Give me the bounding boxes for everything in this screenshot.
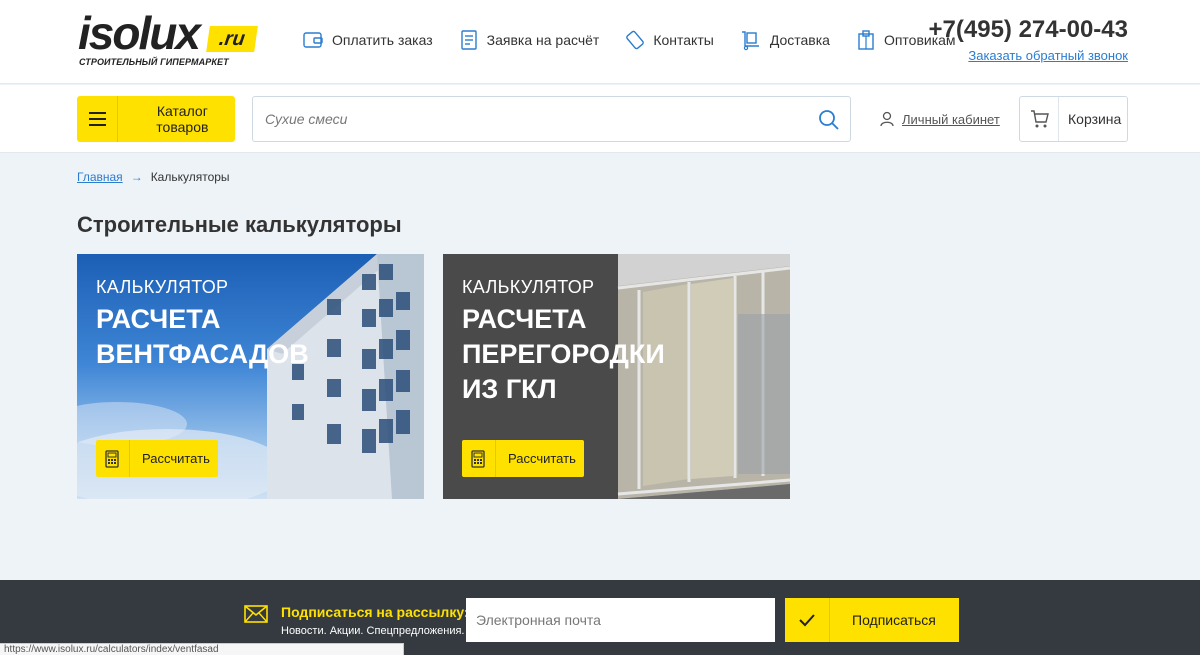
catalog-divider: [116, 96, 118, 142]
card-headline: РАСЧЕТА ВЕНТФАСАДОВ: [96, 304, 309, 369]
search-box: [252, 96, 851, 142]
breadcrumb-current: Калькуляторы: [150, 170, 230, 184]
cart-icon: [1031, 110, 1049, 128]
nav-contacts-label: Контакты: [653, 32, 714, 48]
catalog-label: Каталог товаров: [156, 103, 209, 135]
account-label: Личный кабинет: [902, 111, 1000, 127]
button-divider: [829, 598, 830, 642]
catalog-button[interactable]: Каталог товаров: [77, 96, 235, 142]
calculate-button[interactable]: Рассчитать: [96, 440, 218, 477]
cart-divider: [1058, 97, 1059, 141]
menu-icon: [89, 108, 106, 130]
nav-pay-order[interactable]: Оплатить заказ: [302, 28, 433, 52]
logo-tagline: СТРОИТЕЛЬНЫЙ ГИПЕРМАРКЕТ: [79, 57, 229, 67]
calculate-label: Рассчитать: [142, 451, 210, 466]
subscribe-title: Подписаться на рассылку:: [281, 604, 469, 620]
nav-delivery[interactable]: Доставка: [740, 28, 830, 52]
search-row: Каталог товаров Личный кабинет Корзина: [0, 85, 1200, 153]
account-link[interactable]: Личный кабинет: [880, 111, 1000, 127]
phone-number[interactable]: +7(495) 274-00-43: [929, 16, 1128, 44]
check-icon: [799, 614, 815, 627]
cart-button[interactable]: Корзина: [1019, 96, 1128, 142]
search-icon[interactable]: [818, 109, 840, 131]
card-headline: РАСЧЕТА ПЕРЕГОРОДКИ ИЗ ГКЛ: [462, 304, 665, 404]
subscribe-label: Подписаться: [852, 612, 936, 628]
logo-text: isolux: [78, 7, 201, 59]
subscribe-text: Новости. Акции. Спецпредложения.: [281, 625, 465, 637]
callback-link[interactable]: Заказать обратный звонок: [968, 48, 1128, 63]
calculate-button[interactable]: Рассчитать: [462, 440, 584, 477]
truck-icon: [741, 31, 759, 51]
logo-domain: .ru: [206, 26, 258, 52]
nav-calc-request[interactable]: Заявка на расчёт: [459, 28, 600, 52]
wallet-icon: [303, 32, 323, 48]
calculator-card-facade[interactable]: КАЛЬКУЛЯТОР РАСЧЕТА ВЕНТФАСАДОВ Рассчита…: [77, 254, 424, 499]
nav-delivery-label: Доставка: [769, 32, 830, 48]
user-icon: [880, 111, 894, 127]
email-field[interactable]: [466, 598, 775, 642]
calculate-label: Рассчитать: [508, 451, 576, 466]
top-nav: Оплатить заказ Заявка на расчёт Контакты: [302, 28, 982, 52]
card-eyebrow: КАЛЬКУЛЯТОР: [462, 277, 595, 297]
cart-label: Корзина: [1068, 111, 1122, 127]
button-divider: [495, 440, 496, 477]
breadcrumb-home[interactable]: Главная: [77, 170, 123, 184]
breadcrumb-arrow-icon: →: [130, 170, 143, 184]
calculator-card-partition[interactable]: КАЛЬКУЛЯТОР РАСЧЕТА ПЕРЕГОРОДКИ ИЗ ГКЛ Р…: [443, 254, 790, 499]
card-eyebrow: КАЛЬКУЛЯТОР: [96, 277, 229, 297]
search-input[interactable]: [265, 97, 805, 141]
calculator-icon: [471, 449, 485, 468]
page-title: Строительные калькуляторы: [77, 212, 402, 237]
calculator-icon: [105, 449, 119, 468]
phone-icon: [626, 30, 645, 50]
document-icon: [460, 30, 477, 50]
top-header: isolux .ru СТРОИТЕЛЬНЫЙ ГИПЕРМАРКЕТ Опла…: [0, 0, 1200, 84]
nav-calc-request-label: Заявка на расчёт: [486, 32, 600, 48]
envelope-icon: [244, 605, 268, 623]
boxes-icon: [858, 30, 874, 50]
subscribe-button[interactable]: Подписаться: [785, 598, 959, 642]
breadcrumb: Главная → Калькуляторы: [77, 170, 230, 184]
browser-status-url: https://www.isolux.ru/calculators/index/…: [0, 643, 404, 655]
nav-pay-order-label: Оплатить заказ: [332, 32, 433, 48]
button-divider: [129, 440, 130, 477]
site-logo[interactable]: isolux .ru СТРОИТЕЛЬНЫЙ ГИПЕРМАРКЕТ: [78, 7, 258, 72]
nav-contacts[interactable]: Контакты: [625, 28, 714, 52]
